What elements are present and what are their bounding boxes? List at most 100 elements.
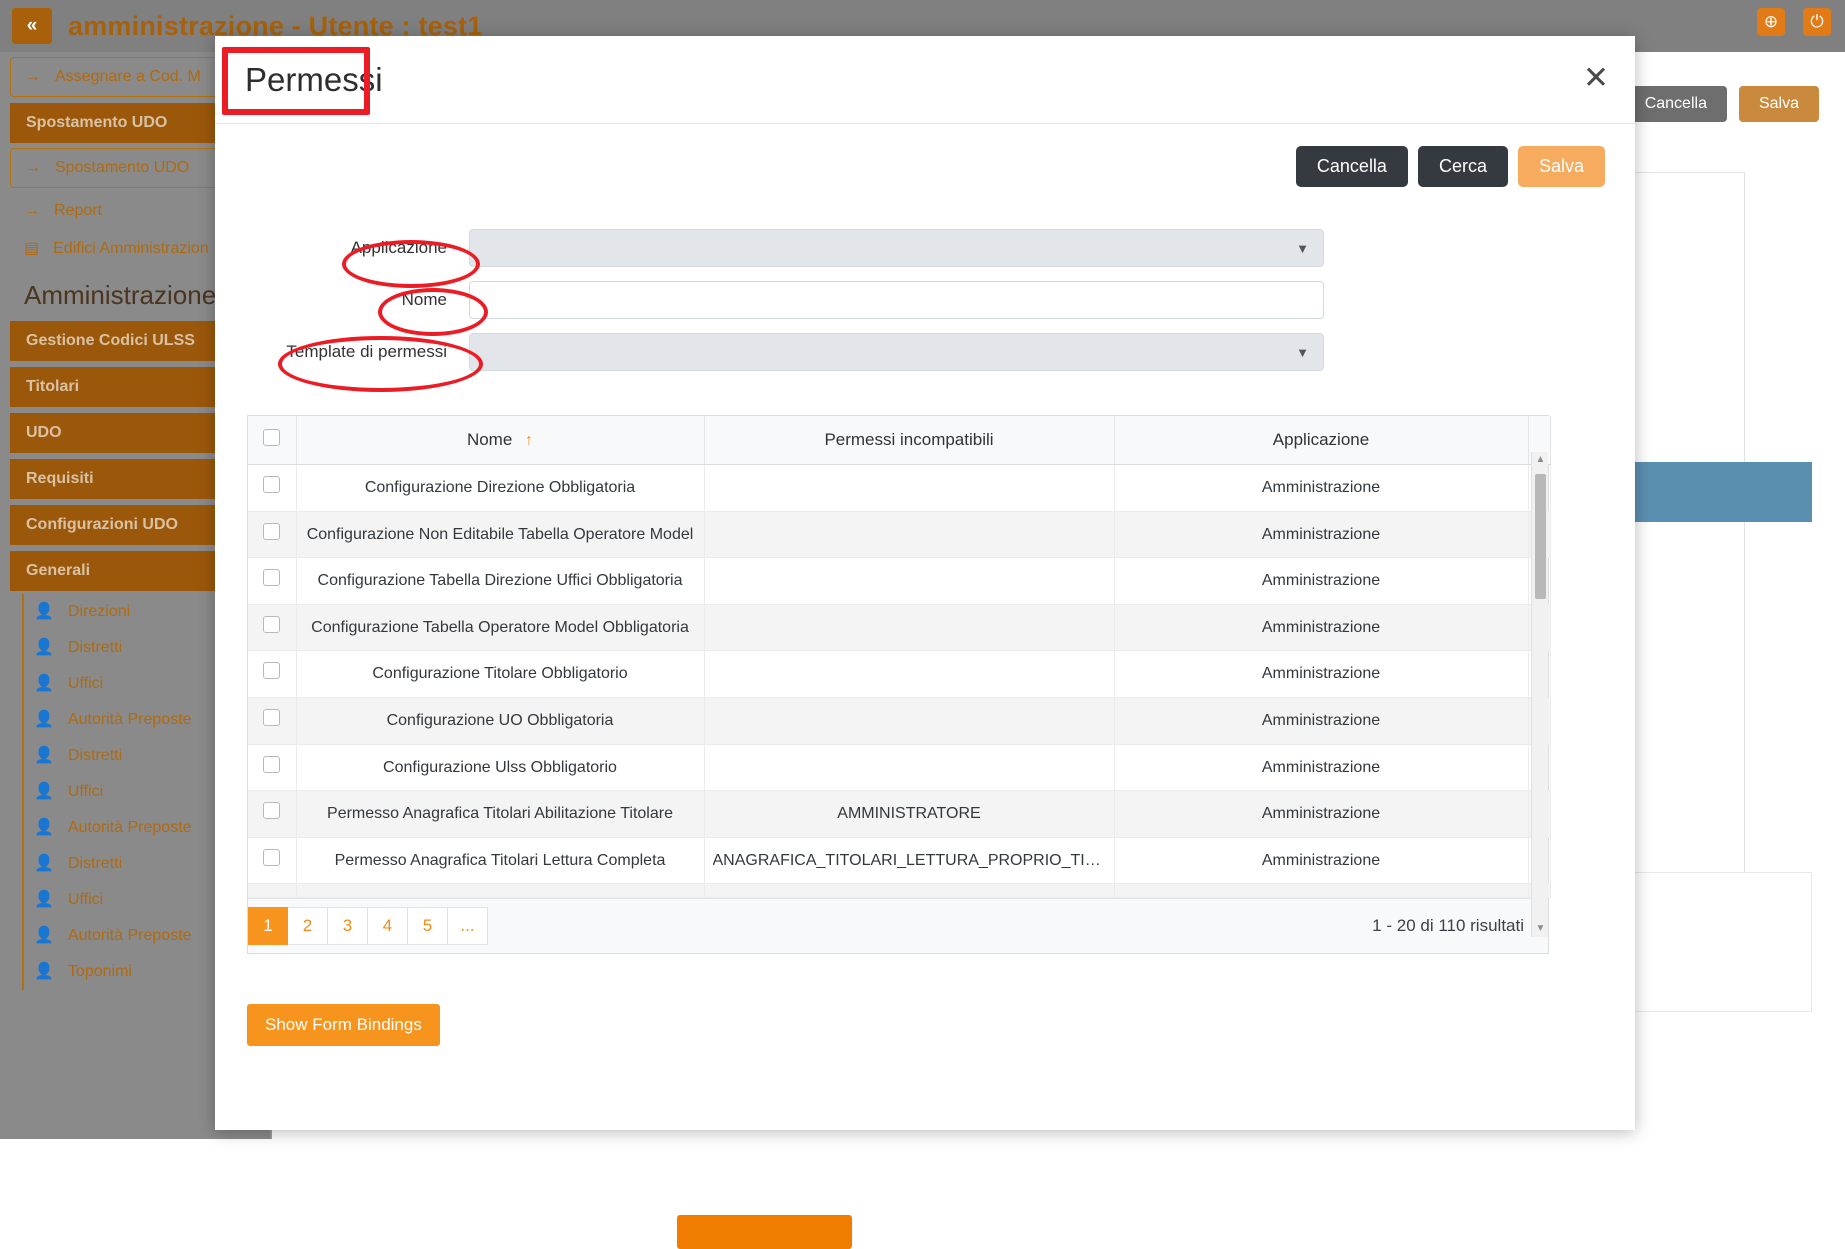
cell-nome: Configurazione UO Obbligatoria (296, 697, 704, 744)
table-row-partial[interactable] (248, 884, 1550, 898)
template-di-permessi-select[interactable]: ▼ (469, 333, 1324, 371)
nome-input[interactable] (469, 281, 1324, 319)
user-edit-icon: 👤 (34, 676, 54, 692)
cell-incompatibili: ANAGRAFICA_TITOLARI_LETTURA_PROPRIO_TITO… (704, 837, 1114, 884)
table-row[interactable]: Configurazione Tabella Direzione Uffici … (248, 558, 1550, 605)
search-button[interactable]: Cerca (1418, 146, 1508, 187)
column-header-nome[interactable]: Nome ↑ (296, 416, 704, 465)
arrow-right-icon: → (24, 203, 40, 219)
row-checkbox[interactable] (263, 662, 280, 679)
sidebar-item-label: Uffici (68, 891, 103, 909)
power-glyph: ⏻ (1810, 12, 1823, 32)
save-button[interactable]: Salva (1518, 146, 1605, 187)
row-checkbox[interactable] (263, 523, 280, 540)
table-scrollbar[interactable]: ▲ ▼ (1531, 452, 1548, 937)
row-checkbox[interactable] (263, 756, 280, 773)
arrow-right-icon: → (25, 160, 41, 176)
row-checkbox-cell (248, 604, 296, 651)
permessi-table: Nome ↑ Permessi incompatibili Applicazio… (247, 415, 1549, 954)
sidebar-item-label: Spostamento UDO (55, 159, 189, 177)
row-checkbox[interactable] (263, 569, 280, 586)
page-button-2[interactable]: 2 (288, 907, 328, 945)
table-row[interactable]: Configurazione Tabella Operatore Model O… (248, 604, 1550, 651)
user-edit-icon: 👤 (34, 820, 54, 836)
globe-glyph: ⊕ (1764, 12, 1778, 32)
select-all-checkbox[interactable] (263, 429, 280, 446)
sidebar-item-label: Uffici (68, 783, 103, 801)
page-save-button[interactable]: Salva (1739, 86, 1819, 122)
user-edit-icon: 👤 (34, 964, 54, 980)
select-all-header (248, 416, 296, 465)
user-edit-icon: 👤 (34, 712, 54, 728)
page-button-more[interactable]: ... (448, 907, 488, 945)
column-header-applicazione[interactable]: Applicazione (1114, 416, 1528, 465)
applicazione-select[interactable]: ▼ (469, 229, 1324, 267)
sidebar-item-label: Distretti (68, 855, 122, 873)
table-row[interactable]: Permesso Anagrafica Titolari Lettura Com… (248, 837, 1550, 884)
user-edit-icon: 👤 (34, 640, 54, 656)
cell-applicazione: Amministrazione (1114, 744, 1528, 791)
power-icon[interactable]: ⏻ (1803, 8, 1831, 36)
row-checkbox[interactable] (263, 802, 280, 819)
page-cancel-button[interactable]: Cancella (1625, 86, 1727, 122)
table-row[interactable]: Permesso Anagrafica Titolari Abilitazion… (248, 791, 1550, 838)
pagination: 1 2 3 4 5 ... (248, 907, 488, 945)
show-form-bindings-button[interactable]: Show Form Bindings (247, 1004, 440, 1046)
modal-body: Cancella Cerca Salva Applicazione ▼ Nome… (215, 124, 1635, 1046)
page-button-4[interactable]: 4 (368, 907, 408, 945)
row-checkbox-cell (248, 697, 296, 744)
cell-incompatibili-text: ANAGRAFICA_TITOLARI_LETTURA_PROPRIO_TITO… (713, 850, 1106, 872)
sidebar-item-label: Autorità Preposte (68, 711, 192, 729)
cell-nome (296, 884, 704, 898)
cell-applicazione (1114, 884, 1528, 898)
cell-applicazione: Amministrazione (1114, 651, 1528, 698)
row-checkbox[interactable] (263, 849, 280, 866)
close-icon[interactable]: ✕ (1583, 62, 1609, 93)
sidebar-item-label: Report (54, 202, 102, 220)
table-row[interactable]: Configurazione UO Obbligatoria Amministr… (248, 697, 1550, 744)
sort-asc-icon: ↑ (525, 432, 533, 449)
cell-nome: Configurazione Tabella Operatore Model O… (296, 604, 704, 651)
page-button-1[interactable]: 1 (248, 907, 288, 945)
sidebar-item-label: Autorità Preposte (68, 819, 192, 837)
page-show-form-bindings-button[interactable] (677, 1215, 852, 1249)
results-count: 1 - 20 di 110 risultati (1372, 916, 1532, 936)
row-checkbox-cell (248, 558, 296, 605)
cell-nome: Configurazione Ulss Obbligatorio (296, 744, 704, 791)
form-row-template: Template di permessi ▼ (239, 333, 1611, 371)
row-checkbox[interactable] (263, 709, 280, 726)
table-row[interactable]: Configurazione Ulss Obbligatorio Amminis… (248, 744, 1550, 791)
cell-incompatibili (704, 884, 1114, 898)
table-row[interactable]: Configurazione Titolare Obbligatorio Amm… (248, 651, 1550, 698)
cell-incompatibili (704, 511, 1114, 558)
row-checkbox-cell (248, 744, 296, 791)
sidebar-item-label: Direzioni (68, 603, 130, 621)
modal-action-bar: Cancella Cerca Salva (239, 124, 1611, 187)
row-checkbox-cell (248, 791, 296, 838)
cell-applicazione: Amministrazione (1114, 697, 1528, 744)
row-checkbox-cell (248, 884, 296, 898)
cell-incompatibili (704, 558, 1114, 605)
row-checkbox[interactable] (263, 476, 280, 493)
page-button-3[interactable]: 3 (328, 907, 368, 945)
sidebar-item-label: Toponimi (68, 963, 132, 981)
arrow-right-icon: → (25, 69, 41, 85)
table-header-row: Nome ↑ Permessi incompatibili Applicazio… (248, 416, 1550, 465)
cell-incompatibili (704, 604, 1114, 651)
row-checkbox-cell (248, 651, 296, 698)
column-header-permessi-incompatibili[interactable]: Permessi incompatibili (704, 416, 1114, 465)
table-row[interactable]: Configurazione Direzione Obbligatoria Am… (248, 465, 1550, 512)
sidebar-collapse-button[interactable]: « (12, 8, 52, 44)
table-scrollbar-thumb[interactable] (1535, 474, 1546, 599)
table-row[interactable]: Configurazione Non Editabile Tabella Ope… (248, 511, 1550, 558)
scroll-up-icon[interactable]: ▲ (1535, 454, 1546, 466)
cancel-button[interactable]: Cancella (1296, 146, 1408, 187)
cell-applicazione: Amministrazione (1114, 604, 1528, 651)
globe-icon[interactable]: ⊕ (1757, 8, 1785, 36)
row-checkbox[interactable] (263, 616, 280, 633)
cell-incompatibili (704, 465, 1114, 512)
user-edit-icon: 👤 (34, 928, 54, 944)
page-button-5[interactable]: 5 (408, 907, 448, 945)
scroll-down-icon[interactable]: ▼ (1535, 923, 1546, 935)
cell-nome: Permesso Anagrafica Titolari Lettura Com… (296, 837, 704, 884)
